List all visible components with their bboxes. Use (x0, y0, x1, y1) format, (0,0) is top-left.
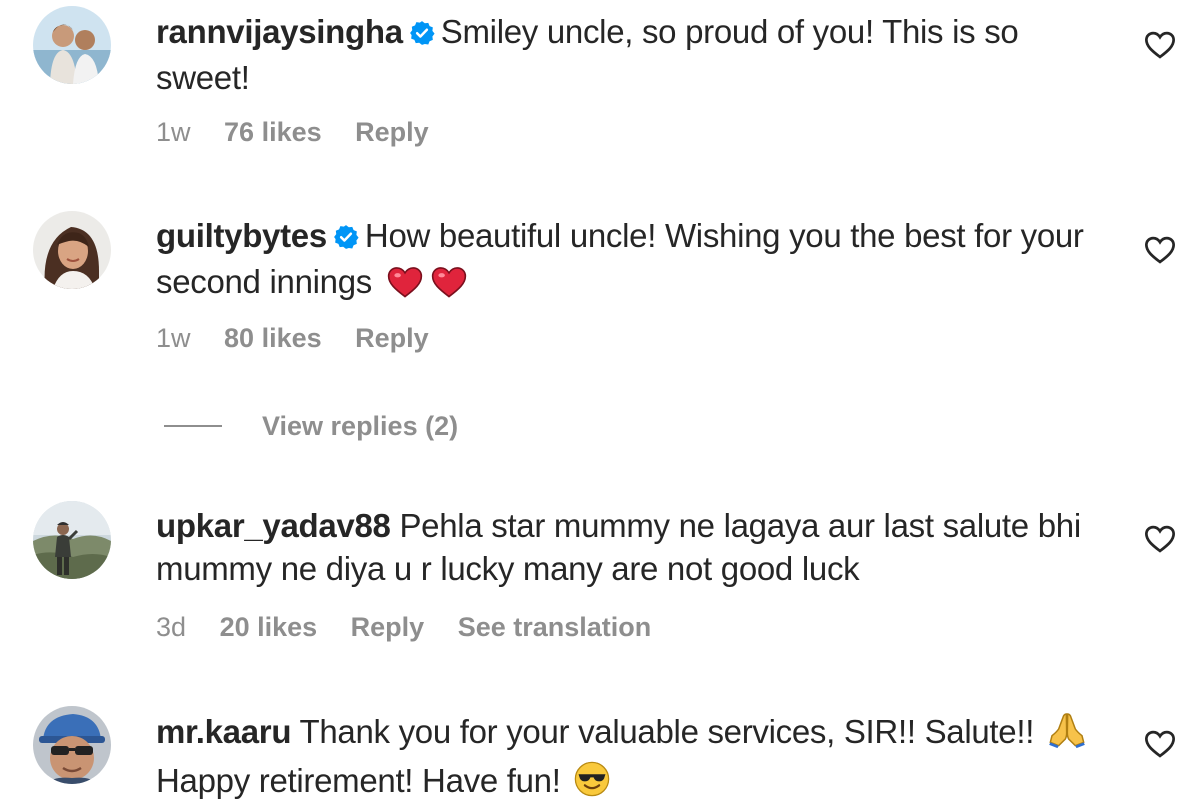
comment-text-block: mr.kaaru Thank you for your valuable ser… (156, 709, 1116, 808)
comment-likes[interactable]: 76 likes (224, 117, 322, 148)
reply-button[interactable]: Reply (355, 117, 429, 148)
comment-text: Thank you for your valuable services, SI… (299, 713, 1035, 750)
see-translation-button[interactable]: See translation (458, 612, 652, 643)
heart-outline-icon[interactable] (1143, 29, 1177, 59)
comment-text-line2: Happy retirement! Have fun! (156, 762, 561, 799)
comment-text-block: rannvijaysingha Smiley uncle, so proud of… (156, 10, 1116, 99)
comment-username[interactable]: upkar_yadav88 (156, 507, 391, 544)
comment-username[interactable]: mr.kaaru (156, 713, 292, 750)
comment-time[interactable]: 3d (156, 612, 186, 643)
verified-badge-icon (409, 13, 435, 56)
avatar[interactable] (33, 211, 111, 289)
folded-hands-emoji (1047, 709, 1087, 759)
comment-text-block: guiltybytes How beautiful uncle! Wishing … (156, 214, 1116, 309)
comment-likes[interactable]: 80 likes (224, 323, 322, 354)
comment-time[interactable]: 1w (156, 323, 191, 354)
sunglasses-face-emoji (573, 760, 611, 808)
avatar[interactable] (33, 6, 111, 84)
comment-meta: 1w 76 likes Reply (156, 117, 455, 148)
verified-badge-icon (333, 217, 359, 260)
reply-button[interactable]: Reply (351, 612, 425, 643)
avatar[interactable] (33, 706, 111, 784)
view-replies-button[interactable]: View replies (2) (164, 406, 458, 446)
reply-button[interactable]: Reply (355, 323, 429, 354)
avatar[interactable] (33, 501, 111, 579)
comment-username[interactable]: rannvijaysingha (156, 13, 403, 50)
comment-time[interactable]: 1w (156, 117, 191, 148)
heart-outline-icon[interactable] (1143, 728, 1177, 758)
comment-meta: 3d 20 likes Reply See translation (156, 612, 677, 643)
comment-likes[interactable]: 20 likes (220, 612, 318, 643)
heart-outline-icon[interactable] (1143, 234, 1177, 264)
heart-outline-icon[interactable] (1143, 523, 1177, 553)
comment-text-block: upkar_yadav88 Pehla star mummy ne lagaya… (156, 504, 1116, 590)
replies-divider (164, 425, 222, 427)
view-replies-label: View replies (2) (262, 410, 459, 441)
comment-meta: 1w 80 likes Reply (156, 323, 455, 354)
comment-username[interactable]: guiltybytes (156, 217, 327, 254)
red-heart-emoji (429, 263, 469, 309)
red-heart-emoji (385, 263, 425, 309)
